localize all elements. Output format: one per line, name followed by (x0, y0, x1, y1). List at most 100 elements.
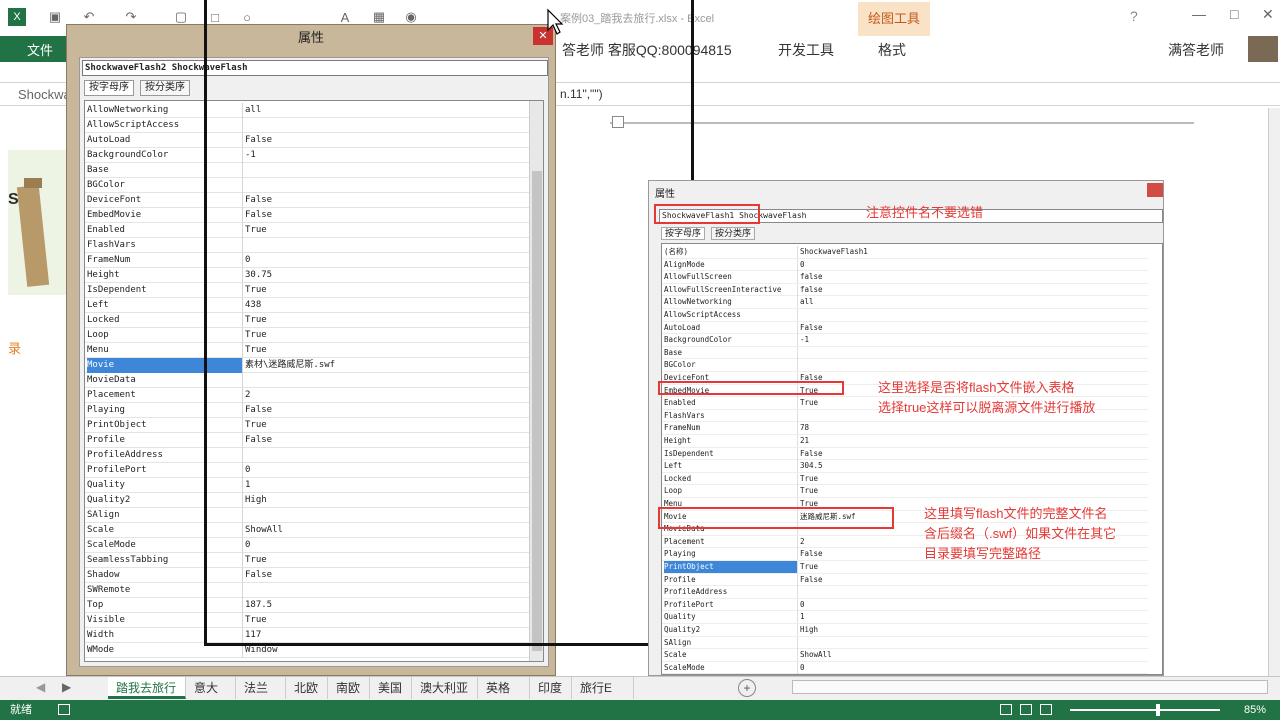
property-value: False (800, 448, 823, 458)
property-grid: (名称) ShockwaveFlash1 AlignMode 0 AllowFullSc… (661, 243, 1163, 675)
page-layout-icon[interactable] (1020, 704, 1032, 715)
draw-tools-label: 绘图工具 (867, 11, 920, 26)
property-row: Scale ShowAll (662, 649, 1148, 662)
property-name: Left (664, 460, 798, 473)
property-name: Quality (664, 611, 798, 624)
property-value: False (800, 322, 823, 332)
horizontal-scrollbar[interactable] (792, 680, 1268, 694)
sheet-tab[interactable]: 印度 (530, 677, 572, 699)
note-movie-3: 目录要填写完整路径 (924, 546, 1042, 561)
sheet-tab[interactable]: 踏我去旅行 (108, 677, 186, 699)
macro-record-icon[interactable] (58, 704, 70, 715)
sheet-tab[interactable]: 意大利 (186, 677, 236, 717)
property-value: 1 (800, 612, 805, 622)
property-name: Playing (664, 548, 798, 561)
help-icon[interactable]: ? (1130, 8, 1138, 24)
note-embed-1: 这里选择是否将flash文件嵌入表格 (878, 380, 1075, 395)
vertical-scrollbar[interactable] (1268, 108, 1280, 676)
status-ready: 就绪 (10, 704, 32, 716)
name-box[interactable]: Shockwa (18, 87, 71, 102)
sheet-tab[interactable]: 澳大利亚 (412, 677, 478, 699)
property-row: ScaleMode 0 (662, 661, 1148, 674)
highlight-frame (204, 0, 694, 646)
property-row: ProfileAddress (662, 586, 1148, 599)
page-break-icon[interactable] (1040, 704, 1052, 715)
tab-alphabetic[interactable]: 按字母序 (84, 80, 134, 96)
property-value: True (800, 486, 819, 496)
maximize-icon[interactable]: □ (1230, 6, 1238, 22)
sheet-tab[interactable]: 法兰西 (236, 677, 286, 717)
tab-developer[interactable]: 开发工具 (778, 40, 834, 60)
property-row: PrintObject True (662, 561, 1148, 574)
close-icon (1147, 183, 1163, 197)
property-value: 21 (800, 436, 810, 445)
property-value: 78 (800, 423, 810, 433)
zoom-slider[interactable] (1070, 709, 1220, 711)
property-row: Loop True (662, 485, 1148, 498)
property-name: BackgroundColor (664, 334, 798, 347)
property-row: AllowScriptAccess (662, 309, 1148, 322)
property-value: -1 (800, 335, 810, 345)
add-sheet-icon[interactable]: + (738, 679, 756, 697)
tower-illustration: S (8, 178, 50, 287)
property-row: BackgroundColor -1 (662, 334, 1148, 347)
property-row: AllowFullScreenInteractive false (662, 283, 1148, 297)
avatar[interactable] (1248, 36, 1278, 62)
property-value: false (800, 272, 823, 282)
property-row: AllowNetworking all (662, 296, 1148, 309)
zoom-thumb[interactable] (1156, 704, 1160, 716)
flash-object-bar[interactable] (610, 122, 1194, 124)
property-name: Base (664, 346, 798, 359)
normal-view-icon[interactable] (1000, 704, 1012, 715)
property-value: 0 (800, 259, 805, 269)
property-value: ShowAll (800, 650, 832, 660)
property-name: Enabled (664, 397, 798, 410)
property-row: Playing False (662, 548, 1148, 561)
property-name: PrintObject (664, 561, 798, 573)
sheet-tab[interactable]: 英格兰 (478, 677, 530, 717)
property-name: AllowFullScreenInteractive (664, 283, 798, 296)
note-control-name: 注意控件名不要选错 (866, 205, 984, 220)
note-movie-1: 这里填写flash文件的完整文件名 (924, 506, 1108, 521)
minimize-icon[interactable]: — (1192, 6, 1206, 22)
sheet-tab[interactable]: 北欧 (286, 677, 328, 699)
property-name: SAlign (664, 636, 798, 649)
property-row: Quality 1 (662, 611, 1148, 624)
properties-dialog-example: 属性 ShockwaveFlash1 ShockwaveFlash 按字母序 按… (648, 180, 1164, 676)
tab-categorized: 按分类序 (711, 227, 756, 240)
property-value: False (800, 574, 823, 584)
property-row: AllowFullScreen false (662, 271, 1148, 284)
property-name: Placement (664, 535, 798, 548)
property-value: 304.5 (800, 461, 823, 471)
property-name: AllowNetworking (664, 296, 798, 309)
user-name[interactable]: 满答老师 (1168, 40, 1224, 60)
annotation-box-embed (658, 381, 844, 395)
tab-categorized[interactable]: 按分类序 (140, 80, 190, 96)
property-name: (名称) (664, 246, 798, 258)
property-value: 0 (800, 599, 805, 609)
save-icon[interactable]: ▣ (46, 8, 64, 26)
sheet-tab[interactable]: 美国 (370, 677, 412, 699)
excel-logo-icon: X (8, 8, 26, 26)
property-name: Quality2 (664, 624, 798, 636)
property-value: false (800, 284, 823, 294)
property-name: AutoLoad (664, 321, 798, 334)
property-row: BGColor (662, 359, 1148, 372)
sheet-tab[interactable]: 旅行E ... (572, 677, 634, 717)
close-icon[interactable]: ✕ (1262, 6, 1274, 23)
property-name: Scale (664, 649, 798, 662)
property-row: Locked True (662, 472, 1148, 486)
tab-format[interactable]: 格式 (878, 40, 906, 60)
tab-scroll-right-icon[interactable]: ▶ (62, 680, 71, 694)
property-row: Left 304.5 (662, 460, 1148, 473)
property-name: BGColor (664, 359, 798, 372)
property-name: AllowFullScreen (664, 271, 798, 284)
property-row: Base (662, 346, 1148, 360)
property-name: FrameNum (664, 422, 798, 435)
tab-alphabetic: 按字母序 (661, 227, 706, 240)
annotation-box-movie (658, 507, 894, 529)
property-value: True (800, 473, 819, 483)
sheet-tab[interactable]: 南欧 (328, 677, 370, 699)
tab-scroll-left-icon[interactable]: ◀ (36, 680, 45, 694)
property-name: AlignMode (664, 258, 798, 271)
